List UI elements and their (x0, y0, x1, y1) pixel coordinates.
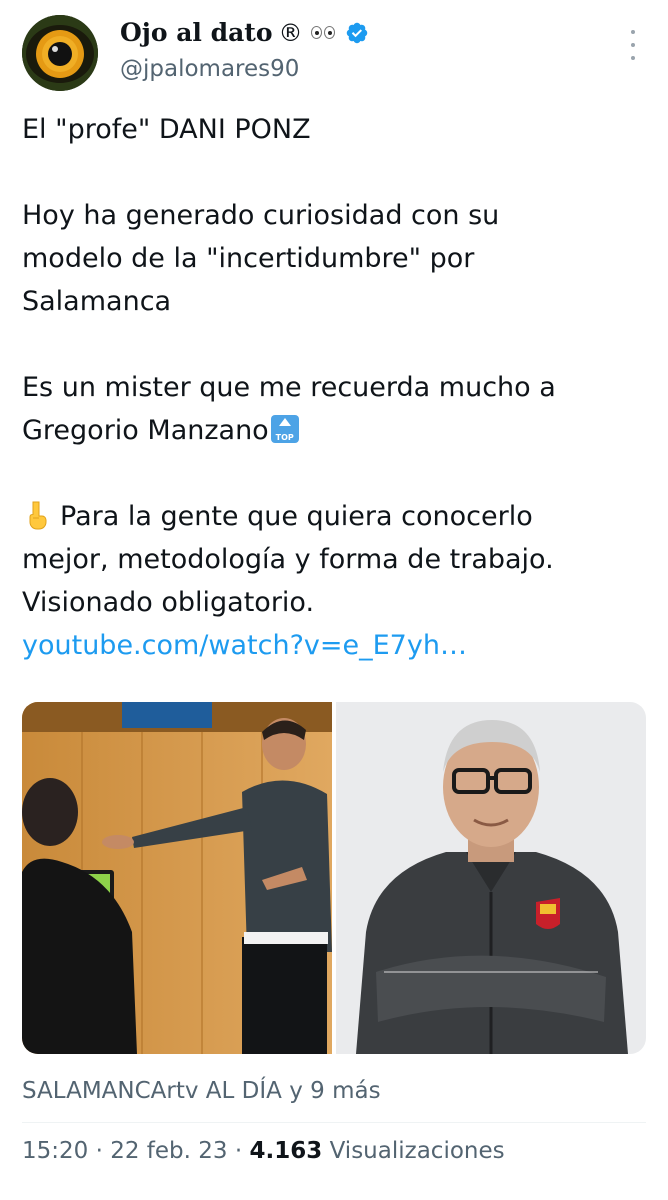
tweet-line: Hoy ha generado curiosidad con su (22, 200, 500, 231)
tweet-time[interactable]: 15:20 (22, 1138, 88, 1164)
tagged-accounts[interactable]: SALAMANCArtv AL DÍA y 9 más (22, 1078, 381, 1104)
divider (22, 1122, 646, 1123)
display-name: Ojo al dato (120, 18, 273, 47)
verified-badge-icon (346, 22, 367, 43)
tweet-line: Para la gente que quiera conocerlo (60, 501, 533, 532)
views-count: 4.163 (249, 1138, 323, 1164)
tweet-text: El "profe" DANI PONZ Hoy ha generado cur… (22, 108, 646, 667)
media-grid (22, 702, 646, 1054)
meta-separator: · (95, 1138, 103, 1164)
registered-mark: ® (278, 18, 303, 47)
tweet: Ojo al dato ® @jpalomares90 El "profe" D… (0, 0, 668, 1200)
tweet-line: modelo de la "incertidumbre" por (22, 243, 475, 274)
tweet-line-with-emoji: Gregorio Manzano (22, 409, 646, 452)
tweet-line: Gregorio Manzano (22, 415, 269, 446)
user-handle[interactable]: @jpalomares90 (120, 56, 299, 82)
top-arrow-icon (270, 415, 299, 443)
tweet-meta: 15:20 · 22 feb. 23 · 4.163 Visualizacion… (22, 1138, 505, 1164)
tweet-date[interactable]: 22 feb. 23 (110, 1138, 227, 1164)
youtube-link[interactable]: youtube.com/watch?v=e_E7yh… (22, 630, 467, 661)
tweet-line: Es un mister que me recuerda mucho a (22, 372, 556, 403)
coach-portrait-image (336, 702, 646, 1054)
eyes-emoji-icon (310, 26, 335, 39)
tweet-line: Visionado obligatorio. (22, 587, 315, 618)
tweet-line: Salamanca (22, 286, 172, 317)
avatar[interactable] (22, 15, 98, 91)
tweet-line: mejor, metodología y forma de trabajo. (22, 544, 554, 575)
display-name-row[interactable]: Ojo al dato ® (120, 18, 369, 47)
tweet-line-with-emoji: Para la gente que quiera conocerlo (22, 495, 646, 538)
views-label: Visualizaciones (329, 1138, 505, 1164)
coach-portrait-photo[interactable] (336, 702, 646, 1054)
coach-presenting-photo[interactable] (22, 702, 332, 1054)
meta-separator: · (234, 1138, 243, 1164)
more-options-icon[interactable] (628, 30, 638, 60)
tweet-line: El "profe" DANI PONZ (22, 114, 311, 145)
pointing-down-hand-icon (29, 501, 47, 530)
coach-presenting-image (22, 702, 332, 1054)
eye-avatar-icon (22, 15, 98, 91)
